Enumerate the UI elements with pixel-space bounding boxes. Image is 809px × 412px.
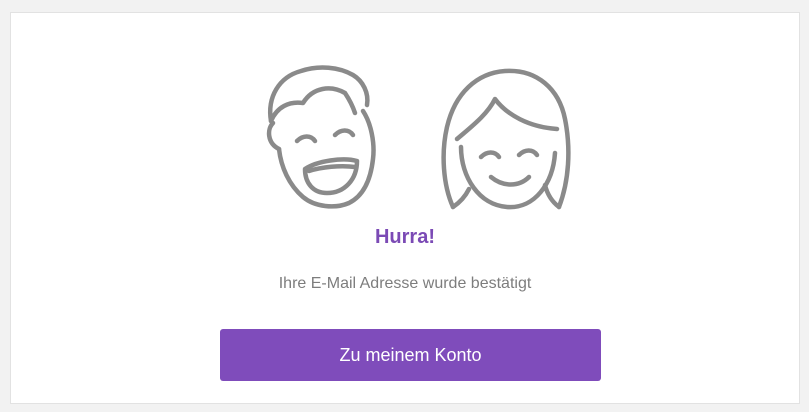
boy-face-icon bbox=[266, 65, 376, 209]
success-title: Hurra! bbox=[374, 226, 435, 248]
go-to-account-button[interactable]: Zu meinem Konto bbox=[220, 329, 601, 381]
happy-couple-illustration bbox=[266, 65, 571, 210]
girl-face-icon bbox=[441, 68, 571, 210]
confirmation-card: Hurra! Ihre E-Mail Adresse wurde bestäti… bbox=[10, 12, 800, 404]
confirmation-message: Ihre E-Mail Adresse wurde bestätigt bbox=[278, 275, 532, 292]
